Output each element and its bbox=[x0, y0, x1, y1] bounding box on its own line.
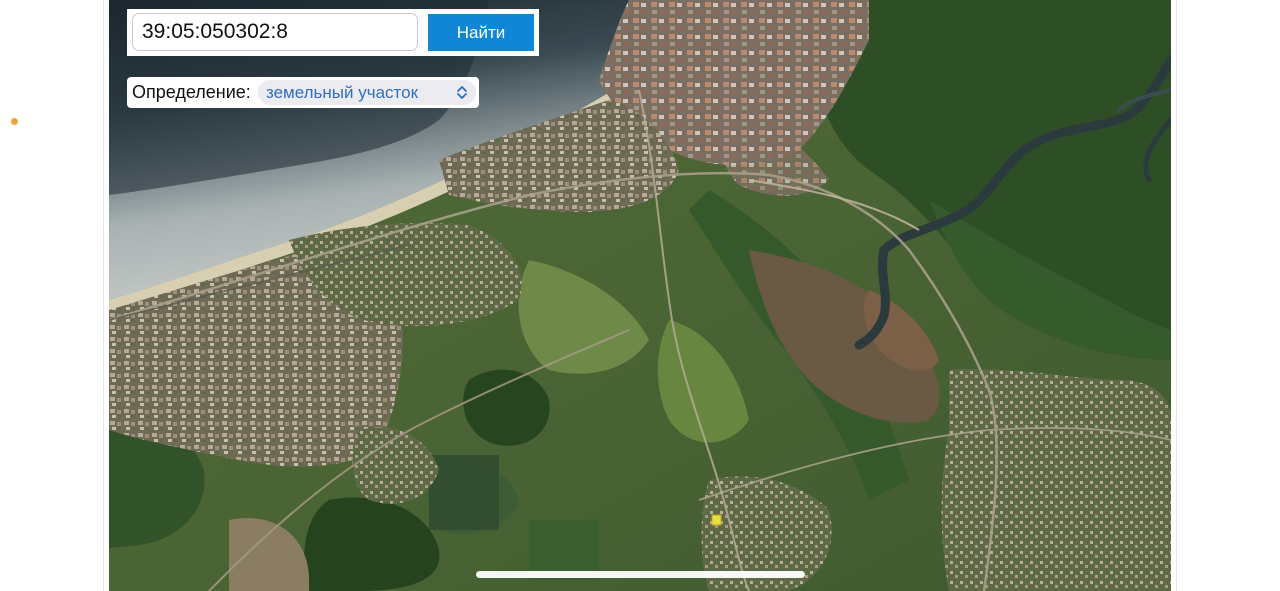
find-button[interactable]: Найти bbox=[428, 14, 534, 51]
definition-select[interactable]: земельный участок bbox=[258, 80, 476, 105]
search-panel: Найти bbox=[127, 9, 539, 56]
status-dot bbox=[11, 118, 18, 125]
cadastral-number-input[interactable] bbox=[132, 13, 418, 51]
frame-divider-right bbox=[1176, 0, 1177, 591]
home-indicator[interactable] bbox=[476, 571, 805, 578]
definition-panel: Определение: земельный участок bbox=[127, 77, 479, 108]
chevron-up-down-icon bbox=[457, 86, 467, 99]
page: Найти Определение: земельный участок bbox=[0, 0, 1280, 591]
definition-selected-value: земельный участок bbox=[266, 83, 419, 102]
frame-divider-left bbox=[103, 0, 104, 591]
definition-label: Определение: bbox=[132, 82, 251, 102]
